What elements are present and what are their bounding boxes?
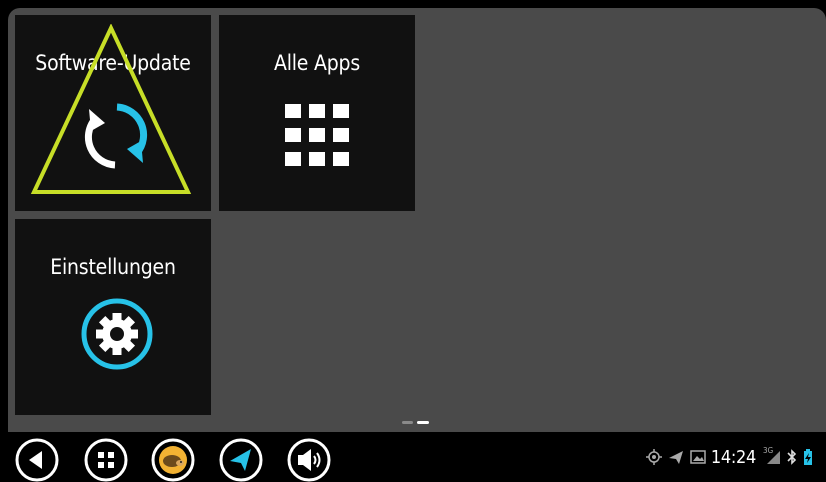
settings-label: Einstellungen <box>50 255 176 279</box>
all-apps-label: Alle Apps <box>273 51 360 75</box>
gps-icon <box>645 449 662 465</box>
page-indicator <box>402 421 432 425</box>
network-type: 3G <box>763 446 774 455</box>
image-icon <box>690 449 706 465</box>
device-screen: Software-Update Alle Apps Einstellungen … <box>0 0 826 482</box>
volume-button[interactable] <box>287 438 331 482</box>
page-dot-2 <box>417 421 429 424</box>
speaker-icon <box>287 438 331 482</box>
hedgehog-icon <box>151 438 195 482</box>
app-grid-icon <box>285 104 349 168</box>
bottom-bar: 14:24 3G <box>0 432 826 482</box>
settings-tile[interactable]: Einstellungen <box>15 219 211 415</box>
page-dot-1 <box>402 421 413 424</box>
warning-triangle-icon <box>30 24 192 194</box>
navigation-arrow-icon <box>668 449 684 465</box>
gear-icon <box>79 296 155 372</box>
apps-button[interactable] <box>84 438 128 482</box>
hedgehog-app-button[interactable] <box>151 438 195 482</box>
navigation-arrow-icon <box>219 438 263 482</box>
app-grid-icon <box>84 438 128 482</box>
back-button[interactable] <box>15 438 59 482</box>
battery-charging-icon <box>803 449 813 465</box>
signal-icon: 3G <box>763 446 781 465</box>
navigation-button[interactable] <box>219 438 263 482</box>
all-apps-tile[interactable]: Alle Apps <box>219 15 415 211</box>
bluetooth-icon <box>787 449 797 465</box>
back-arrow-icon <box>15 438 59 482</box>
clock: 14:24 <box>710 446 756 468</box>
status-bar: 14:24 3G <box>643 446 816 468</box>
